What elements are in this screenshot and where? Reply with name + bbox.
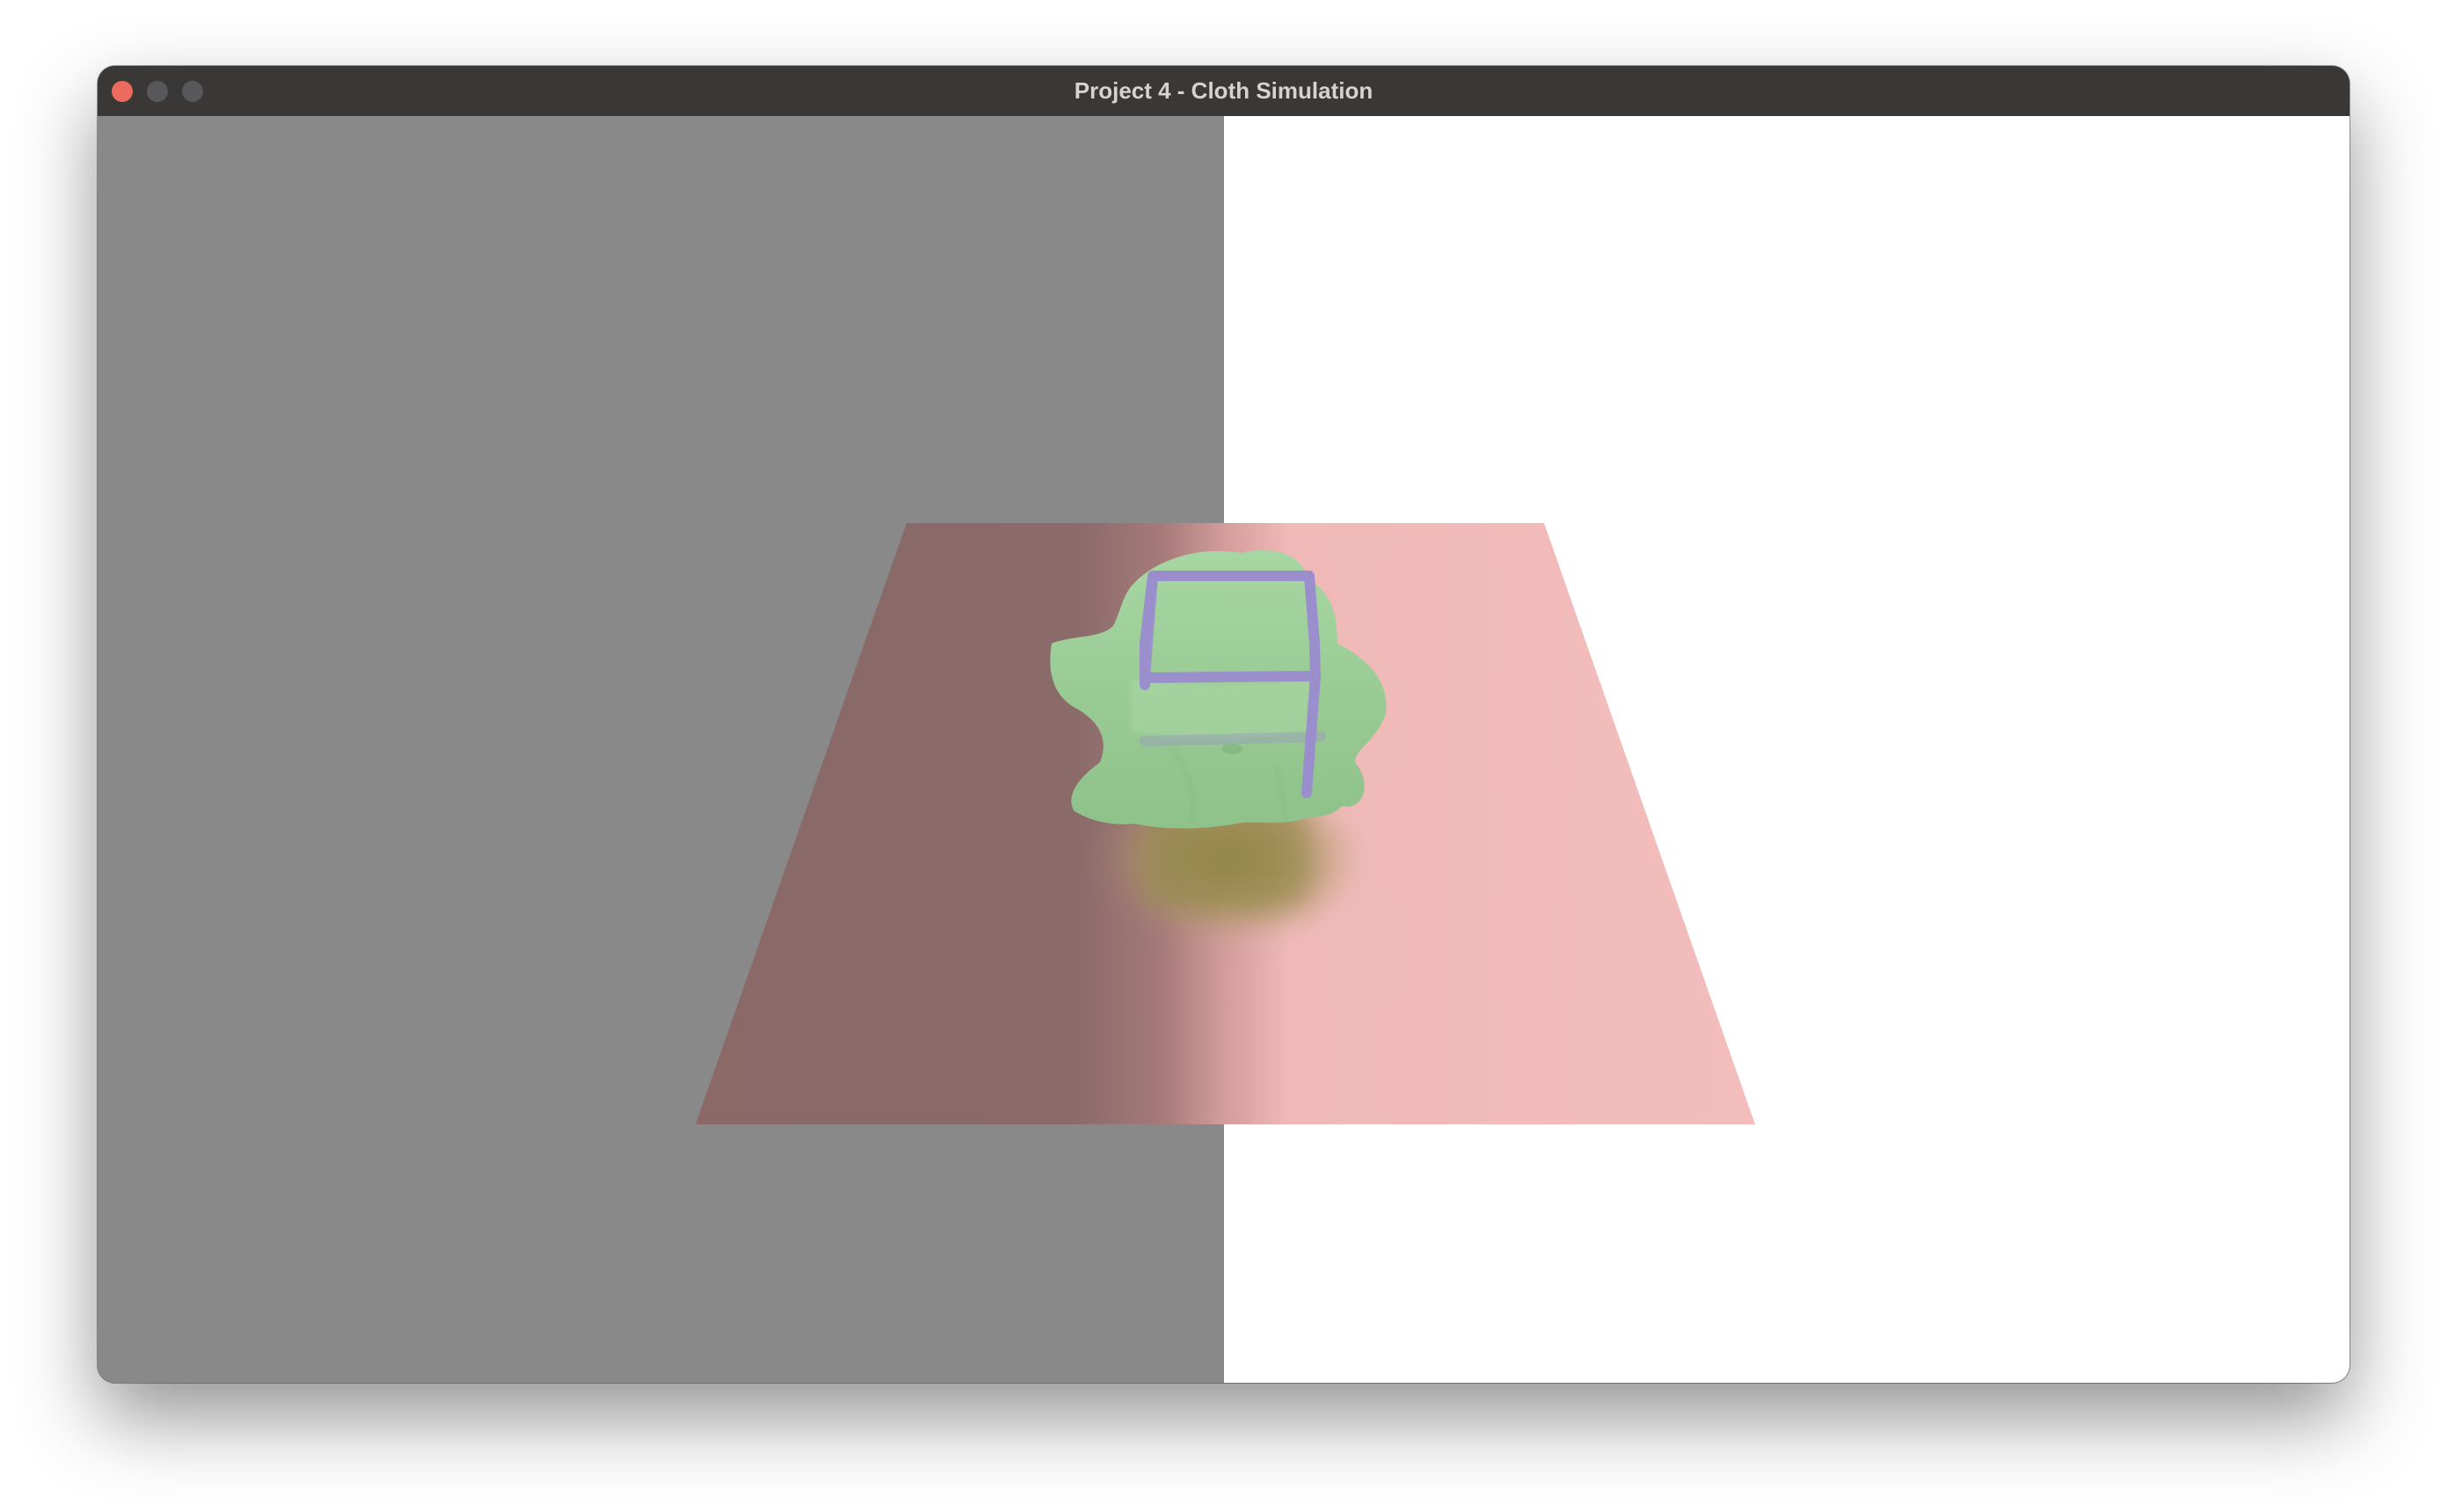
render-viewport[interactable] — [98, 116, 2350, 1383]
window-title: Project 4 - Cloth Simulation — [1074, 77, 1373, 104]
app-window: Project 4 - Cloth Simulation — [98, 66, 2350, 1383]
title-bar[interactable]: Project 4 - Cloth Simulation — [98, 66, 2350, 116]
scene-canvas — [98, 116, 2350, 1383]
